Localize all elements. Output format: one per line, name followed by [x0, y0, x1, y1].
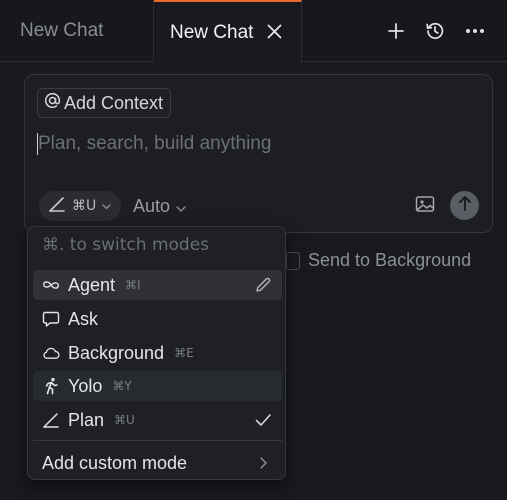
mode-shortcut: ⌘U [72, 198, 97, 214]
chat-composer: Add Context Plan, search, build anything… [24, 74, 493, 233]
mode-item-shortcut: ⌘I [125, 278, 141, 292]
mode-item-shortcut: ⌘E [174, 346, 194, 360]
mode-item-agent[interactable]: Agent ⌘I [33, 270, 282, 300]
mode-menu-hint: ⌘. to switch modes [42, 235, 210, 255]
more-icon[interactable] [462, 18, 488, 44]
tab-label: New Chat [170, 21, 254, 43]
tab-new-chat-1[interactable]: New Chat [0, 0, 154, 62]
history-icon[interactable] [422, 18, 448, 44]
plus-icon[interactable] [383, 18, 409, 44]
model-label: Auto [133, 195, 171, 216]
chevron-down-icon [176, 196, 186, 217]
mode-item-plan[interactable]: Plan ⌘U [33, 405, 282, 435]
running-person-icon [42, 377, 60, 395]
mode-item-ask[interactable]: Ask [33, 304, 282, 334]
mode-item-label: Ask [68, 308, 99, 329]
add-custom-mode-label: Add custom mode [42, 452, 188, 473]
tab-new-chat-2[interactable]: New Chat [154, 0, 302, 63]
cloud-icon [42, 344, 60, 362]
infinity-icon [42, 276, 60, 294]
prompt-input[interactable]: Plan, search, build anything [37, 130, 477, 158]
mode-selector-button[interactable]: ⌘U [39, 191, 121, 221]
menu-divider [33, 440, 282, 441]
mode-item-label: Plan [68, 409, 105, 430]
close-icon[interactable] [267, 23, 282, 43]
prompt-placeholder: Plan, search, build anything [38, 133, 272, 154]
chat-bubble-icon [42, 310, 60, 328]
mode-item-label: Yolo [68, 375, 103, 396]
image-icon[interactable] [415, 195, 437, 217]
ruler-pen-icon [48, 195, 66, 217]
mode-item-label: Background [68, 342, 165, 363]
add-custom-mode-item[interactable]: Add custom mode [33, 448, 282, 478]
mode-item-background[interactable]: Background ⌘E [33, 338, 282, 368]
mode-item-yolo[interactable]: Yolo ⌘Y [33, 371, 282, 401]
chevron-right-icon [254, 454, 272, 472]
checkmark-icon [254, 411, 272, 429]
ruler-pen-icon [42, 411, 60, 429]
tab-label: New Chat [20, 20, 104, 41]
tab-bar: New Chat New Chat [0, 0, 507, 63]
send-to-background-label: Send to Background [308, 250, 472, 270]
mode-item-label: Agent [68, 274, 116, 295]
arrow-up-icon [458, 195, 472, 216]
mode-item-shortcut: ⌘U [114, 413, 135, 427]
pencil-icon[interactable] [254, 276, 272, 294]
mode-item-shortcut: ⌘Y [112, 379, 132, 393]
add-context-button[interactable]: Add Context [37, 88, 172, 118]
at-icon [44, 92, 61, 114]
mode-menu: ⌘. to switch modes Agent ⌘I Ask Backgrou… [27, 226, 286, 480]
send-to-background-checkbox[interactable] [286, 251, 300, 270]
add-context-label: Add Context [64, 92, 164, 113]
chevron-down-icon [102, 198, 111, 214]
send-button[interactable] [450, 191, 479, 220]
model-selector-button[interactable]: Auto [133, 191, 186, 221]
send-to-background-option[interactable]: Send to Background [286, 250, 471, 271]
